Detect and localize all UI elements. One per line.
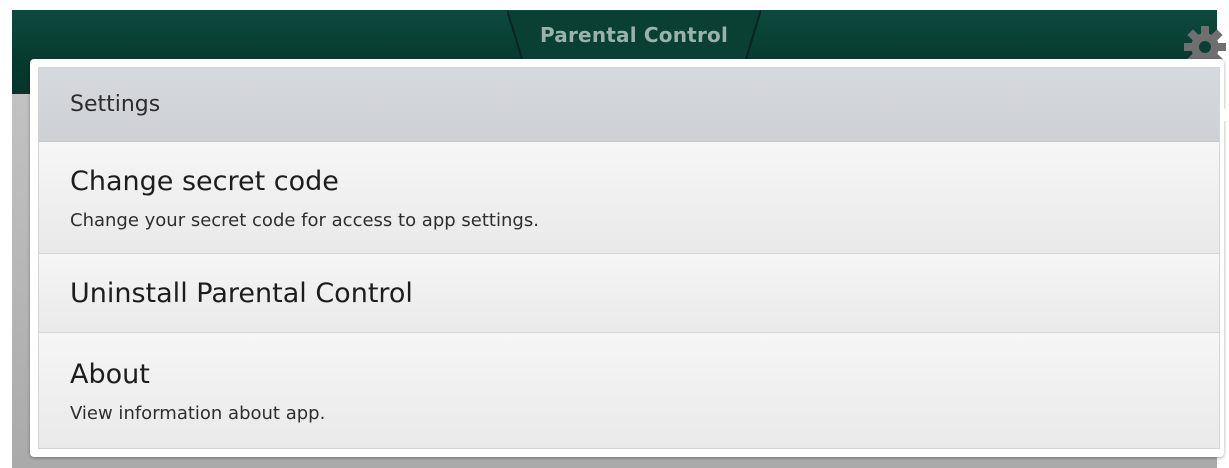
- menu-item-title: Change secret code: [70, 166, 339, 197]
- menu-item-title: Uninstall Parental Control: [70, 278, 413, 309]
- popup-menu-list: Settings Change secret code Change your …: [38, 67, 1220, 449]
- menu-item-about[interactable]: About View information about app.: [39, 333, 1219, 448]
- menu-item-subtitle: View information about app.: [70, 403, 326, 424]
- settings-popup-menu: Settings Change secret code Change your …: [30, 59, 1229, 457]
- menu-item-uninstall[interactable]: Uninstall Parental Control: [39, 254, 1219, 333]
- menu-header-label: Settings: [70, 92, 161, 117]
- menu-item-change-secret-code[interactable]: Change secret code Change your secret co…: [39, 142, 1219, 254]
- menu-item-subtitle: Change your secret code for access to ap…: [70, 210, 539, 231]
- menu-header: Settings: [39, 68, 1219, 142]
- page-title: Parental Control: [539, 23, 729, 47]
- screen: Parental Control Settings Change secret …: [0, 0, 1229, 468]
- menu-item-title: About: [70, 359, 150, 390]
- title-tab: Parental Control: [507, 10, 761, 62]
